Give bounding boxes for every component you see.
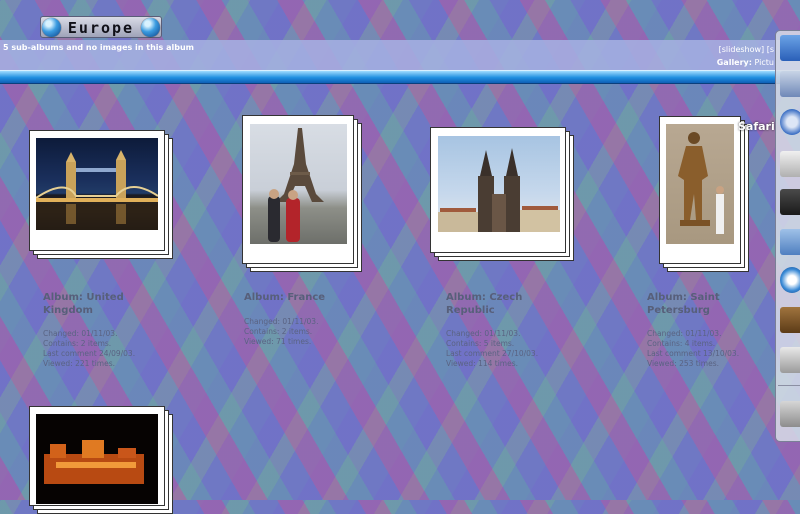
gallery-breadcrumb-link[interactable]: Pictu: [755, 58, 774, 67]
itunes-icon[interactable]: [780, 267, 800, 293]
album-title[interactable]: Album: France: [244, 291, 354, 304]
dock-hover-label: Safari: [738, 120, 775, 133]
last-comment: Last comment 27/10/03.: [446, 349, 539, 358]
album-metadata: Changed: 01/11/03. Contains: 4 items. La…: [647, 329, 739, 369]
slideshow-link[interactable]: [slideshow]: [719, 45, 765, 54]
truncated-link[interactable]: [s: [767, 45, 774, 54]
view-count: Viewed: 114 times.: [446, 359, 519, 368]
thumbnail-tower-bridge[interactable]: [36, 138, 158, 230]
changed-date: Changed: 01/11/03.: [244, 317, 319, 326]
gallery-links: [slideshow] [s Gallery: Pictu: [717, 43, 774, 69]
changed-date: Changed: 01/11/03.: [647, 329, 722, 338]
timer-icon[interactable]: [780, 151, 800, 177]
album-thumbnail-frame[interactable]: [29, 130, 165, 251]
view-count: Viewed: 221 times.: [43, 359, 116, 368]
address-book-icon[interactable]: [780, 307, 800, 333]
globe-icon: [141, 18, 160, 37]
thumbnail-tyn-church[interactable]: [438, 136, 560, 232]
album-info-bar: 5 sub-albums and no images in this album…: [0, 40, 800, 70]
finder-icon[interactable]: [780, 35, 800, 61]
trash-icon[interactable]: [780, 401, 800, 427]
utility-icon[interactable]: [780, 347, 800, 373]
view-count: Viewed: 71 times.: [244, 337, 312, 346]
album-thumbnail-frame[interactable]: [430, 127, 566, 253]
album-metadata: Changed: 01/11/03. Contains: 5 items. La…: [446, 329, 538, 369]
album-title[interactable]: Album: United Kingdom: [43, 291, 163, 317]
album-thumbnail-frame[interactable]: [659, 116, 741, 264]
mail-icon[interactable]: [780, 71, 800, 97]
safari-icon[interactable]: [780, 109, 800, 135]
album-metadata: Changed: 01/11/03. Contains: 2 items. La…: [43, 329, 135, 369]
last-comment: Last comment 13/10/03.: [647, 349, 740, 358]
changed-date: Changed: 01/11/03.: [43, 329, 118, 338]
album-title[interactable]: Album: Czech Republic: [446, 291, 566, 317]
item-count: Contains: 5 items.: [446, 339, 515, 348]
album-metadata: Changed: 01/11/03. Contains: 2 items. Vi…: [244, 317, 318, 347]
gallery-label: Gallery:: [716, 58, 752, 67]
album-title[interactable]: Album: Saint Petersburg: [647, 291, 757, 317]
thumbnail-eiffel-tower[interactable]: [250, 124, 347, 244]
album-title-badge: Europe: [40, 16, 162, 38]
album-thumbnail-frame[interactable]: [242, 115, 354, 264]
header-divider-bar: [0, 70, 800, 84]
photos-icon[interactable]: [780, 229, 800, 255]
thumbnail-castle-night[interactable]: [36, 414, 158, 504]
album-thumbnail-frame[interactable]: [29, 406, 165, 506]
dock: [775, 30, 800, 442]
changed-date: Changed: 01/11/03.: [446, 329, 521, 338]
album-summary: 5 sub-albums and no images in this album: [3, 43, 194, 52]
item-count: Contains: 2 items.: [43, 339, 112, 348]
item-count: Contains: 2 items.: [244, 327, 313, 336]
item-count: Contains: 4 items.: [647, 339, 716, 348]
dock-divider: [778, 385, 800, 386]
thumbnail-statue[interactable]: [666, 124, 734, 244]
terminal-icon[interactable]: [780, 189, 800, 215]
last-comment: Last comment 24/09/03.: [43, 349, 136, 358]
view-count: Viewed: 253 times.: [647, 359, 720, 368]
